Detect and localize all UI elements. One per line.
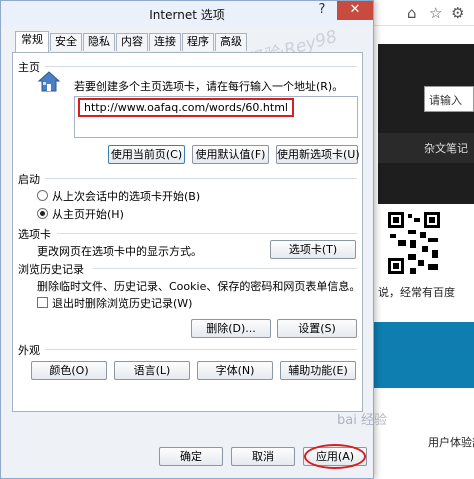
- home-hint-text: 若要创建多个主页选项卡，请在每行输入一个地址(R)。: [74, 80, 344, 93]
- startup-home-radio[interactable]: [37, 208, 48, 219]
- tab-content[interactable]: 内容: [116, 33, 148, 51]
- appearance-section-label: 外观: [18, 344, 40, 357]
- bg-footer-text: 用户体验部: [428, 436, 474, 449]
- use-current-button[interactable]: 使用当前页(C): [108, 145, 185, 164]
- bg-article-text: 说，经常有百度: [378, 286, 455, 299]
- history-settings-button[interactable]: 设置(S): [277, 319, 357, 338]
- colors-button[interactable]: 颜色(O): [31, 361, 107, 380]
- apply-highlight-annotation: [304, 444, 366, 469]
- startup-last-session-radio[interactable]: [37, 190, 48, 201]
- tabs-settings-button[interactable]: 选项卡(T): [270, 240, 356, 259]
- internet-options-dialog: Internet 选项 ? ✕ 百度经验·Rey98 常规 安全 隐私 内容 连…: [0, 0, 387, 479]
- home-url-value: http://www.oafaq.com/words/60.html: [78, 98, 294, 117]
- fonts-button[interactable]: 字体(N): [197, 361, 273, 380]
- cancel-button[interactable]: 取消: [231, 447, 295, 466]
- home-url-textarea[interactable]: http://www.oafaq.com/words/60.html: [74, 96, 358, 138]
- tab-security[interactable]: 安全: [50, 33, 82, 51]
- use-new-tab-button[interactable]: 使用新选项卡(U): [276, 145, 360, 164]
- general-tab-panel: 主页 若要创建多个主页选项卡，请在每行输入一个地址(R)。 http://www…: [12, 52, 363, 412]
- bg-search-input[interactable]: 请输入: [424, 86, 474, 112]
- home-icon[interactable]: ⌂: [407, 4, 417, 22]
- tabs-description: 更改网页在选项卡中的显示方式。: [37, 245, 202, 258]
- startup-section-label: 启动: [18, 173, 40, 186]
- delete-history-button[interactable]: 删除(D)...: [191, 319, 271, 338]
- divider: [45, 349, 357, 350]
- qr-code-image: [386, 210, 442, 276]
- startup-home-label[interactable]: 从主页开始(H): [52, 206, 124, 222]
- tab-privacy[interactable]: 隐私: [83, 33, 115, 51]
- tab-programs[interactable]: 程序: [182, 33, 214, 51]
- ok-button[interactable]: 确定: [159, 447, 223, 466]
- browser-toolbar: ⌂ ☆ ⚙: [372, 0, 474, 26]
- tab-general[interactable]: 常规: [15, 31, 49, 52]
- startup-last-session-label[interactable]: 从上次会话中的选项卡开始(B): [52, 188, 200, 204]
- close-button[interactable]: ✕: [337, 1, 373, 20]
- divider: [93, 268, 357, 269]
- tab-connections[interactable]: 连接: [149, 33, 181, 51]
- tools-gear-icon[interactable]: ⚙: [451, 4, 464, 22]
- tab-advanced[interactable]: 高级: [215, 33, 247, 51]
- divider: [57, 233, 357, 234]
- home-page-icon: [37, 71, 61, 92]
- use-default-button[interactable]: 使用默认值(F): [192, 145, 269, 164]
- banner-dark: [378, 44, 474, 204]
- delete-on-exit-checkbox[interactable]: [37, 297, 48, 308]
- accessibility-button[interactable]: 辅助功能(E): [280, 361, 356, 380]
- watermark-bottom: bai 经验: [337, 413, 387, 428]
- bg-nav-link[interactable]: 杂文笔记: [424, 140, 468, 156]
- divider: [45, 66, 357, 67]
- title-bar[interactable]: Internet 选项 ? ✕: [1, 1, 373, 27]
- delete-on-exit-label[interactable]: 退出时删除浏览历史记录(W): [52, 295, 192, 311]
- tabs-section-label: 选项卡: [18, 228, 51, 241]
- languages-button[interactable]: 语言(L): [114, 361, 190, 380]
- history-section-label: 浏览历史记录: [18, 263, 84, 276]
- help-button[interactable]: ?: [307, 1, 337, 20]
- history-description: 删除临时文件、历史记录、Cookie、保存的密码和网页表单信息。: [37, 280, 361, 293]
- favorites-star-icon[interactable]: ☆: [429, 4, 442, 22]
- divider: [45, 178, 357, 179]
- bg-blue-banner: [374, 322, 474, 388]
